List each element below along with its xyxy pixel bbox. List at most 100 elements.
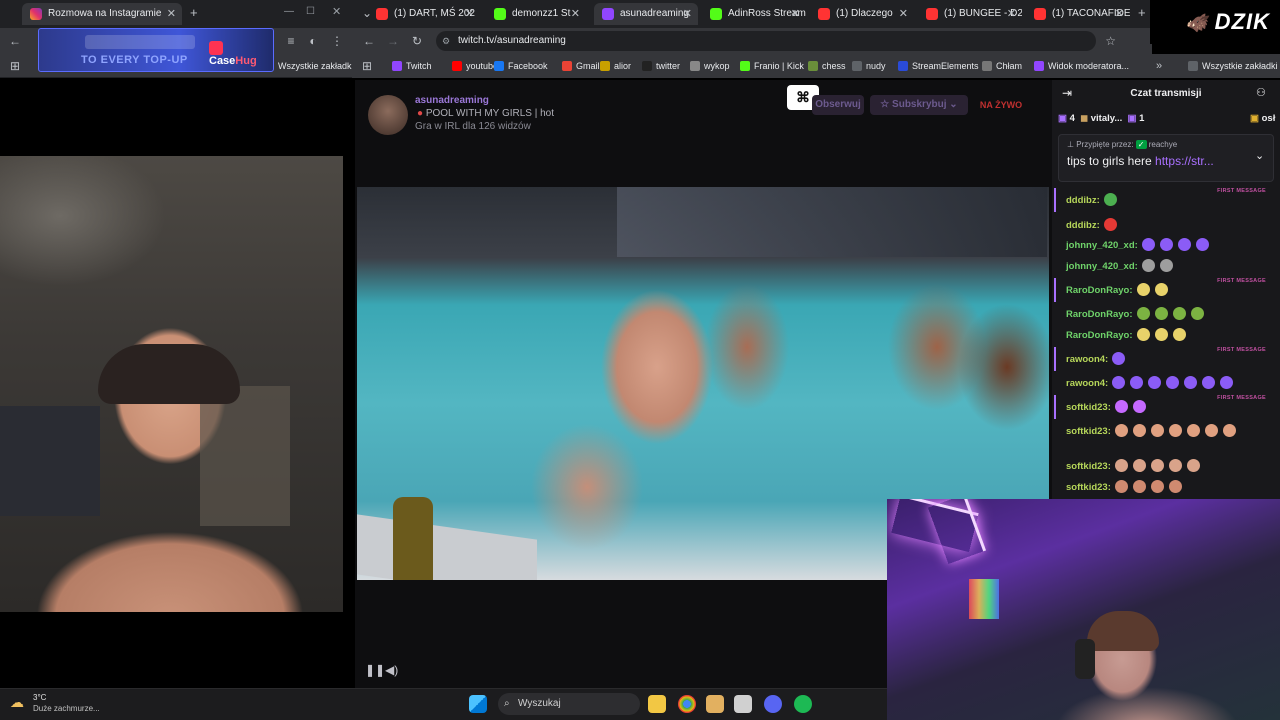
pinned-message[interactable]: ⊥ Przypięte przez: ✓ reachye tips to gir… [1058, 134, 1274, 182]
chat-message[interactable]: RaroDonRayo: [1066, 306, 1209, 324]
bookmark-item[interactable]: Widok moderatora... [1034, 54, 1129, 78]
chat-message[interactable]: rawoon4: [1066, 375, 1238, 393]
maximize-button[interactable]: ☐ [306, 6, 315, 17]
bookmark-item[interactable]: Facebook [494, 54, 548, 78]
chat-username[interactable]: RaroDonRayo: [1066, 330, 1133, 341]
all-bookmarks-link[interactable]: Wszystkie zakładki [1188, 54, 1278, 78]
reader-icon[interactable]: ≡ [282, 28, 300, 54]
browser-tab[interactable]: (1) TACONAFIDE ✕ [1026, 3, 1130, 25]
chat-username[interactable]: dddibz: [1066, 220, 1100, 231]
close-icon[interactable]: ✕ [899, 3, 908, 25]
all-bookmarks-link[interactable]: Wszystkie zakładki [264, 54, 354, 78]
taskbar-search[interactable]: ⌕ Wyszukaj [498, 693, 640, 715]
file-explorer-icon[interactable] [648, 695, 666, 713]
weather-icon[interactable]: ☁ [10, 694, 24, 711]
bookmark-item[interactable]: youtube [452, 54, 498, 78]
more-bookmarks-icon[interactable]: » [1156, 54, 1162, 78]
close-icon[interactable]: ✕ [1115, 3, 1124, 25]
bookmark-item[interactable]: alior [600, 54, 631, 78]
chat-username[interactable]: johnny_420_xd: [1066, 240, 1138, 251]
channel-name[interactable]: asunadreaming [415, 95, 489, 106]
chat-username[interactable]: RaroDonRayo: [1066, 309, 1133, 320]
bookmark-item[interactable]: twitter [642, 54, 680, 78]
profile-icon[interactable]: ◐ [304, 28, 322, 54]
chat-message[interactable]: RaroDonRayo: [1066, 327, 1191, 345]
chat-gift-bar[interactable]: ▣ 4 ◼ vitaly... ▣ 1 ▣ osł [1058, 110, 1280, 128]
bookmark-item[interactable]: Gmail [562, 54, 600, 78]
chat-username[interactable]: johnny_420_xd: [1066, 261, 1138, 272]
back-icon[interactable]: ← [360, 28, 378, 54]
menu-icon[interactable]: ⋮ [328, 28, 346, 54]
chat-message[interactable]: johnny_420_xd: [1066, 258, 1178, 276]
close-icon[interactable]: ✕ [571, 3, 580, 25]
subscribe-button[interactable]: ☆ Subskrybuj ⌄ [870, 95, 968, 115]
chat-message[interactable]: softkid23: [1066, 479, 1187, 497]
chat-username[interactable]: softkid23: [1066, 426, 1111, 437]
channel-avatar[interactable] [368, 95, 408, 135]
community-icon[interactable]: ⚇ [1256, 86, 1266, 99]
address-bar[interactable]: ⚙ twitch.tv/asunadreaming ☆ [436, 31, 1116, 51]
chat-message[interactable]: johnny_420_xd: [1066, 237, 1214, 255]
close-icon[interactable]: ✕ [683, 3, 692, 25]
site-info-icon[interactable]: ⚙ [442, 31, 450, 51]
new-tab-button[interactable]: + [1138, 5, 1146, 20]
chat-message[interactable]: softkid23: [1066, 399, 1151, 417]
browser-tab[interactable]: AdinRoss Stream ✕ [702, 3, 806, 25]
weather-desc[interactable]: Duże zachmurze... [33, 704, 100, 713]
browser-tab[interactable]: (1) BUNGEE - D2 ✕ [918, 3, 1022, 25]
bookmark-item[interactable]: chess [808, 54, 846, 78]
casehug-ad-banner[interactable]: TO EVERY TOP-UP CaseHug [38, 28, 274, 72]
browser-tab[interactable]: asunadreaming ✕ [594, 3, 698, 25]
chat-username[interactable]: rawoon4: [1066, 354, 1108, 365]
tab-instagram[interactable]: Rozmowa na Instagramie ✕ [22, 3, 182, 25]
bookmark-item[interactable]: wykop [690, 54, 730, 78]
app-icon[interactable] [706, 695, 724, 713]
pinned-link[interactable]: https://str... [1155, 154, 1214, 168]
chat-username[interactable]: softkid23: [1066, 461, 1111, 472]
chat-username[interactable]: softkid23: [1066, 482, 1111, 493]
chat-message[interactable]: dddibz: [1066, 192, 1122, 210]
chat-username[interactable]: dddibz: [1066, 195, 1100, 206]
pause-icon[interactable]: ❚❚ [365, 663, 385, 677]
chat-message[interactable]: RaroDonRayo: [1066, 282, 1173, 300]
volume-icon[interactable]: ◀) [385, 663, 398, 677]
back-icon[interactable]: ← [6, 28, 24, 54]
forward-icon[interactable]: → [384, 28, 402, 54]
browser-tab[interactable]: (1) Dlaczego ✕ [810, 3, 914, 25]
close-icon[interactable]: ✕ [167, 3, 176, 25]
chat-message[interactable]: softkid23: [1066, 458, 1205, 476]
chat-emote-icon [1186, 459, 1200, 472]
discord-icon[interactable] [764, 695, 782, 713]
follow-button[interactable]: Obserwuj [812, 95, 864, 115]
minimize-button[interactable]: — [284, 6, 294, 17]
bookmark-item[interactable]: Twitch [392, 54, 432, 78]
close-icon[interactable]: ✕ [791, 3, 800, 25]
bookmark-icon [562, 61, 572, 71]
chat-message[interactable]: softkid23: [1066, 423, 1241, 441]
start-button-icon[interactable] [469, 695, 487, 713]
app-icon[interactable] [734, 695, 752, 713]
bookmark-item[interactable]: StreamElements [898, 54, 979, 78]
chat-username[interactable]: RaroDonRayo: [1066, 285, 1133, 296]
chat-message[interactable]: dddibz: [1066, 217, 1122, 235]
chat-username[interactable]: softkid23: [1066, 402, 1111, 413]
chrome-icon[interactable] [678, 695, 696, 713]
spotify-icon[interactable] [794, 695, 812, 713]
chat-username[interactable]: rawoon4: [1066, 378, 1108, 389]
bookmark-star-icon[interactable]: ☆ [1105, 31, 1116, 51]
chat-message[interactable]: rawoon4: [1066, 351, 1130, 369]
bookmark-item[interactable]: nudy [852, 54, 886, 78]
close-window-button[interactable]: ✕ [332, 5, 341, 18]
close-icon[interactable]: ✕ [1007, 3, 1016, 25]
new-tab-button[interactable]: + [190, 5, 198, 20]
browser-tab[interactable]: (1) DART, MŚ 202 ✕ [368, 3, 480, 25]
chevron-down-icon[interactable]: ⌄ [1255, 149, 1264, 162]
close-icon[interactable]: ✕ [465, 3, 474, 25]
weather-temp[interactable]: 3°C [33, 693, 46, 702]
bookmark-item[interactable]: Franio | Kick [740, 54, 804, 78]
bookmark-item[interactable]: Chłam [982, 54, 1022, 78]
reload-icon[interactable]: ↻ [408, 28, 426, 54]
apps-icon[interactable]: ⊞ [6, 54, 24, 78]
apps-icon[interactable]: ⊞ [358, 54, 376, 78]
browser-tab[interactable]: demonzz1 St ✕ [486, 3, 586, 25]
